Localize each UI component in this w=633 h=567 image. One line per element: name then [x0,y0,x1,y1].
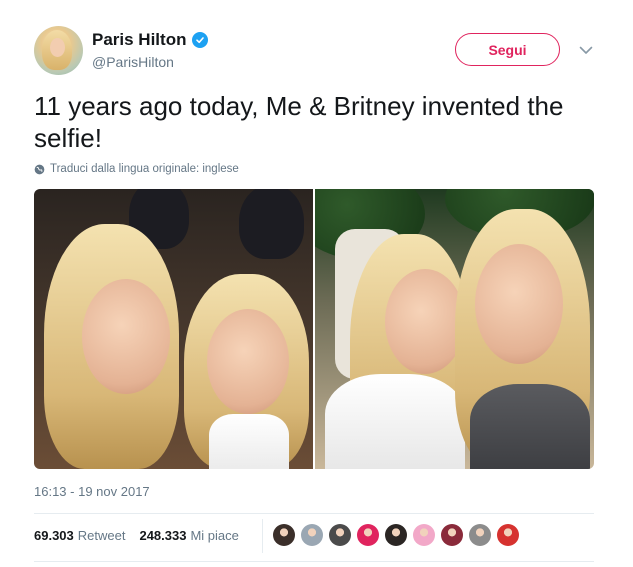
divider [34,513,594,514]
author-name-row: Paris Hilton [92,30,209,50]
face [475,244,563,364]
verified-badge-icon [192,32,209,48]
stats-divider [262,519,263,553]
tweet-stats: 69.303 Retweet 248.333 Mi piace [34,528,253,543]
translate-label[interactable]: Traduci dalla lingua originale: inglese [50,163,239,175]
liker-avatar[interactable] [273,524,295,546]
tweet-text: 11 years ago today, Me & Britney invente… [34,91,564,153]
liker-avatar[interactable] [469,524,491,546]
globe-icon [34,164,45,174]
liker-avatar[interactable] [357,524,379,546]
photo-left[interactable] [34,189,313,469]
tweet-timestamp[interactable]: 16:13 - 19 nov 2017 [34,484,150,499]
liker-avatar[interactable] [441,524,463,546]
bunny-ear [239,189,304,259]
divider [34,561,594,562]
liker-avatars [273,524,519,546]
liker-avatar[interactable] [301,524,323,546]
liker-avatar[interactable] [329,524,351,546]
shirt [209,414,289,469]
face [385,269,465,374]
author-name[interactable]: Paris Hilton [92,30,186,50]
like-count[interactable]: 248.333 [139,528,186,543]
liker-avatar[interactable] [497,524,519,546]
avatar-face [50,38,65,57]
face [207,309,289,414]
retweet-label[interactable]: Retweet [78,528,126,543]
shirt [470,384,590,469]
face [82,279,170,394]
chevron-down-icon[interactable] [576,40,596,60]
liker-avatar[interactable] [413,524,435,546]
liker-avatar[interactable] [385,524,407,546]
like-label[interactable]: Mi piace [190,528,238,543]
retweet-count[interactable]: 69.303 [34,528,74,543]
shirt [325,374,465,469]
author-handle[interactable]: @ParisHilton [92,54,174,70]
tweet-media [34,189,594,469]
photo-right[interactable] [315,189,594,469]
translate-link[interactable]: Traduci dalla lingua originale: inglese [34,163,239,175]
follow-button[interactable]: Segui [455,33,560,66]
profile-avatar[interactable] [34,26,83,75]
